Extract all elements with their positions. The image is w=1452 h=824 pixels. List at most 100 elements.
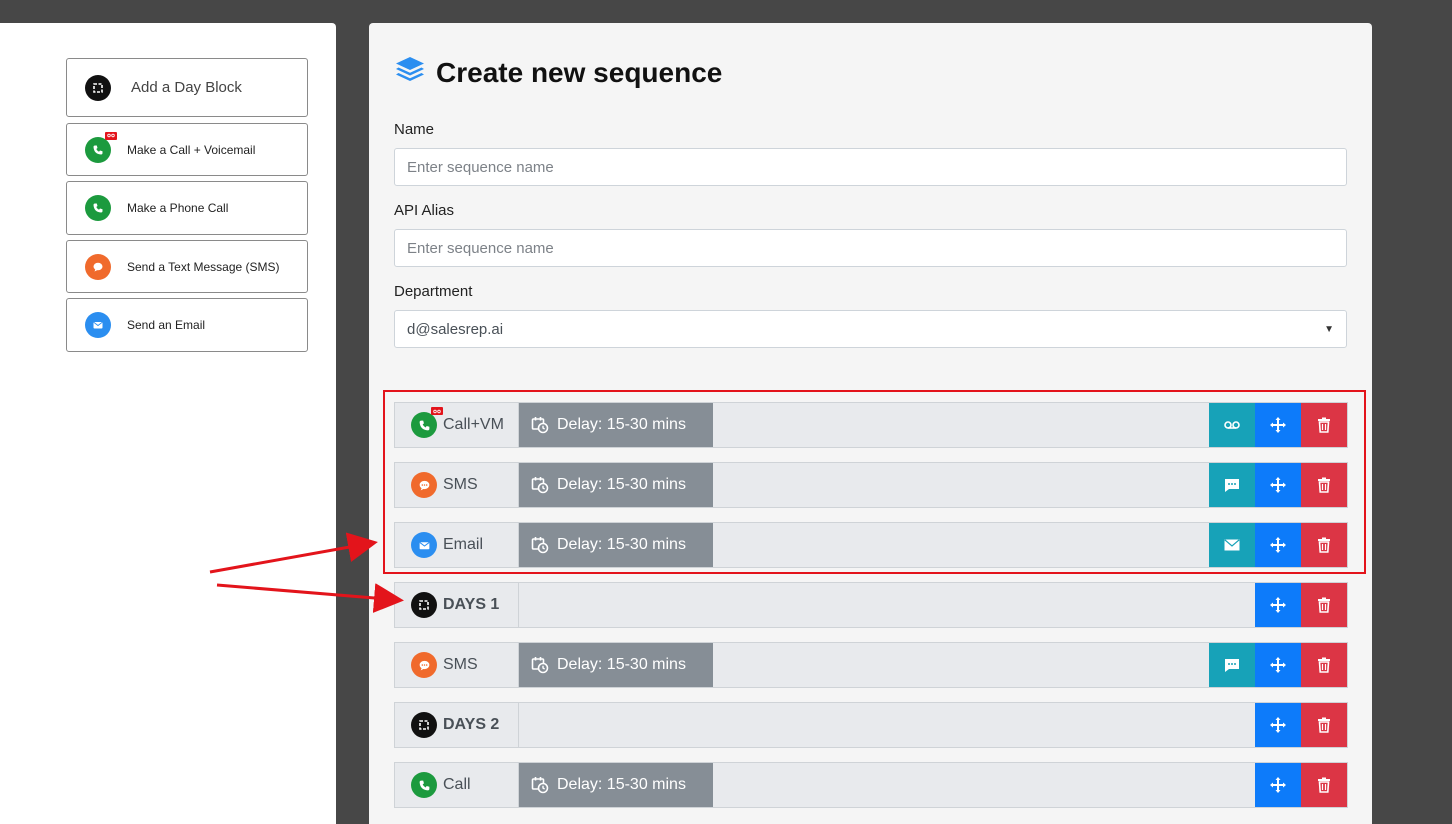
trash-icon [1318, 657, 1330, 673]
delete-button[interactable] [1301, 763, 1347, 807]
day-block-icon [85, 74, 111, 101]
add-sms-button[interactable]: Send a Text Message (SMS) [66, 240, 308, 293]
envelope-icon [1224, 539, 1240, 551]
create-sequence-card: Create new sequence Name API Alias Depar… [369, 23, 1372, 824]
chevron-down-icon: ▼ [1324, 323, 1334, 335]
block-label: Make a Phone Call [127, 201, 229, 215]
voicemail-settings-button[interactable] [1209, 403, 1255, 447]
move-icon [1270, 597, 1286, 613]
email-icon [85, 312, 111, 338]
step-type-label: Call+VM [443, 416, 504, 433]
delay-button[interactable]: Delay: 15-30 mins [519, 643, 713, 687]
calendar-clock-icon [531, 777, 549, 794]
delete-button[interactable] [1301, 703, 1347, 747]
department-value: d@salesrep.ai [407, 320, 504, 338]
layers-icon [394, 55, 426, 90]
move-icon [1270, 477, 1286, 493]
phone-voicemail-icon [85, 131, 117, 163]
step-type: SMS [395, 643, 519, 687]
delay-label: Delay: 15-30 mins [557, 476, 686, 493]
move-button[interactable] [1255, 703, 1301, 747]
step-type: Call+VM [395, 403, 519, 447]
api-alias-input[interactable] [394, 229, 1347, 267]
calendar-clock-icon [531, 657, 549, 674]
department-select[interactable]: d@salesrep.ai ▼ [394, 310, 1347, 348]
step-type: Call [395, 763, 519, 807]
delete-button[interactable] [1301, 463, 1347, 507]
move-button[interactable] [1255, 583, 1301, 627]
block-label: Send an Email [127, 318, 206, 332]
delete-button[interactable] [1301, 583, 1347, 627]
step-type-label: SMS [443, 656, 478, 673]
move-icon [1270, 417, 1286, 433]
move-button[interactable] [1255, 463, 1301, 507]
sms-settings-button[interactable] [1209, 463, 1255, 507]
block-label: Send a Text Message (SMS) [127, 259, 280, 274]
add-phone-call-button[interactable]: Make a Phone Call [66, 181, 308, 235]
message-icon [1225, 658, 1239, 672]
step-type-label: DAYS 1 [443, 596, 500, 613]
block-label: Add a Day Block [131, 79, 242, 96]
name-label: Name [394, 121, 435, 138]
page-header: Create new sequence [394, 55, 722, 90]
add-call-voicemail-button[interactable]: Make a Call + Voicemail [66, 123, 308, 176]
delay-label: Delay: 15-30 mins [557, 416, 686, 433]
sequence-name-input[interactable] [394, 148, 1347, 186]
trash-icon [1318, 477, 1330, 493]
delete-button[interactable] [1301, 523, 1347, 567]
email-settings-button[interactable] [1209, 523, 1255, 567]
trash-icon [1318, 597, 1330, 613]
calendar-clock-icon [531, 417, 549, 434]
delay-label: Delay: 15-30 mins [557, 536, 686, 553]
move-button[interactable] [1255, 523, 1301, 567]
voicemail-icon [1224, 421, 1240, 429]
add-day-block-button[interactable]: Add a Day Block [66, 58, 308, 117]
delay-button[interactable]: Delay: 15-30 mins [519, 763, 713, 807]
sequence-day-block: DAYS 2 [394, 702, 1348, 748]
delete-button[interactable] [1301, 643, 1347, 687]
delay-button[interactable]: Delay: 15-30 mins [519, 523, 713, 567]
phone-icon [411, 772, 437, 798]
step-type: Email [395, 523, 519, 567]
move-icon [1270, 657, 1286, 673]
phone-icon [85, 195, 111, 221]
calendar-clock-icon [531, 537, 549, 554]
sequence-step-sms: SMS Delay: 15-30 mins [394, 462, 1348, 508]
move-icon [1270, 777, 1286, 793]
delay-button[interactable]: Delay: 15-30 mins [519, 403, 713, 447]
sms-icon [411, 472, 437, 498]
move-button[interactable] [1255, 643, 1301, 687]
delay-label: Delay: 15-30 mins [557, 656, 686, 673]
day-block-icon [411, 712, 437, 738]
sequence-step-call-vm: Call+VM Delay: 15-30 mins [394, 402, 1348, 448]
delay-label: Delay: 15-30 mins [557, 776, 686, 793]
trash-icon [1318, 417, 1330, 433]
phone-voicemail-icon [411, 407, 443, 438]
calendar-clock-icon [531, 477, 549, 494]
move-button[interactable] [1255, 763, 1301, 807]
sequence-step-sms: SMS Delay: 15-30 mins [394, 642, 1348, 688]
sequence-day-block: DAYS 1 [394, 582, 1348, 628]
delete-button[interactable] [1301, 403, 1347, 447]
api-alias-label: API Alias [394, 202, 455, 219]
step-type: DAYS 1 [395, 583, 519, 627]
trash-icon [1318, 777, 1330, 793]
step-type: DAYS 2 [395, 703, 519, 747]
sms-settings-button[interactable] [1209, 643, 1255, 687]
block-palette: Add a Day Block Make a Call + Voicemail … [0, 23, 336, 824]
step-type-label: Email [443, 536, 484, 553]
message-icon [1225, 478, 1239, 492]
step-type: SMS [395, 463, 519, 507]
email-icon [411, 532, 437, 558]
add-email-button[interactable]: Send an Email [66, 298, 308, 352]
delay-button[interactable]: Delay: 15-30 mins [519, 463, 713, 507]
trash-icon [1318, 717, 1330, 733]
sequence-step-email: Email Delay: 15-30 mins [394, 522, 1348, 568]
move-icon [1270, 717, 1286, 733]
page-title: Create new sequence [436, 56, 723, 88]
move-button[interactable] [1255, 403, 1301, 447]
sms-icon [85, 253, 111, 280]
step-type-label: DAYS 2 [443, 716, 500, 733]
move-icon [1270, 537, 1286, 553]
block-label: Make a Call + Voicemail [127, 142, 256, 157]
